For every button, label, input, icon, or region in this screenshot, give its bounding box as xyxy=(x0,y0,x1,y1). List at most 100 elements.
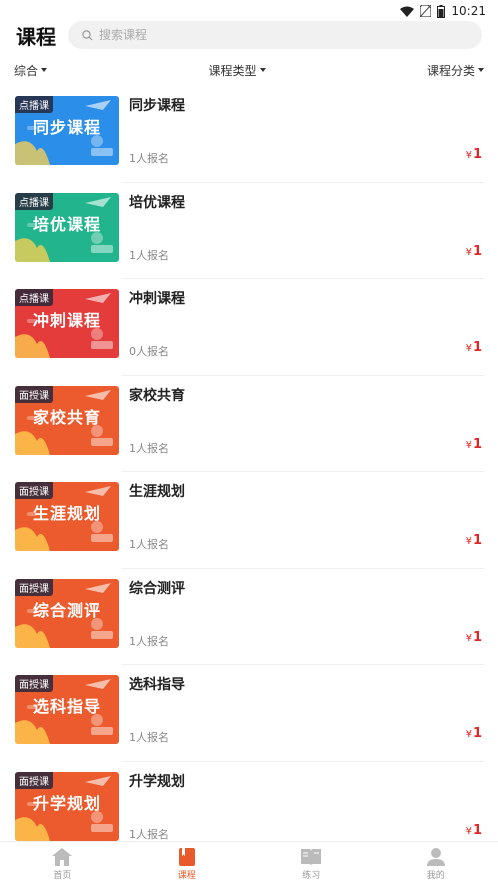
course-price: ¥1 xyxy=(466,244,482,259)
thumbnail-title: 家校共育 xyxy=(32,407,101,427)
course-type-tag: 点播课 xyxy=(15,289,53,306)
currency-symbol: ¥ xyxy=(465,825,472,837)
currency-symbol: ¥ xyxy=(465,343,472,354)
course-type-tag: 面授课 xyxy=(15,771,53,789)
thumbnail-title: 同步课程 xyxy=(32,118,101,137)
currency-symbol: ¥ xyxy=(465,246,472,258)
currency-symbol: ¥ xyxy=(465,150,472,161)
filter-course-category-label: 课程分类 xyxy=(426,63,475,78)
course-thumbnail: 面授课 家校共育 xyxy=(15,385,119,455)
price-value: 1 xyxy=(472,340,482,355)
course-title: 选科指导 xyxy=(129,677,185,693)
price-value: 1 xyxy=(472,629,482,645)
tab-courses-label: 课程 xyxy=(177,871,196,881)
course-title: 综合测评 xyxy=(129,580,185,597)
course-price: ¥1 xyxy=(466,823,482,838)
course-type-tag: 点播课 xyxy=(15,192,53,210)
filter-bar: 综合 课程类型 课程分类 xyxy=(0,52,498,88)
tab-practice-label: 练习 xyxy=(302,871,321,881)
course-thumbnail: 面授课 生涯规划 xyxy=(15,482,119,551)
course-type-tag: 点播课 xyxy=(15,96,53,113)
course-price: ¥1 xyxy=(466,726,482,741)
bottom-tab-bar: 首页 课程 练习 我的 xyxy=(0,841,498,887)
price-value: 1 xyxy=(472,147,482,162)
course-title: 生涯规划 xyxy=(129,484,185,500)
filter-sort[interactable]: 综合 xyxy=(14,62,48,79)
course-item[interactable]: 点播课 同步课程 同步课程 1人报名 ¥1 xyxy=(0,86,498,183)
thumbnail-title: 综合测评 xyxy=(32,600,101,620)
wifi-icon xyxy=(400,6,415,17)
price-value: 1 xyxy=(472,243,482,259)
course-price: ¥1 xyxy=(466,533,482,548)
course-price: ¥1 xyxy=(466,437,482,452)
thumbnail-title: 选科指导 xyxy=(32,697,101,716)
battery-icon xyxy=(437,4,446,18)
search-bar[interactable] xyxy=(68,21,482,49)
user-icon xyxy=(426,848,445,866)
thumbnail-title: 培优课程 xyxy=(32,214,101,234)
enroll-count: 1人报名 xyxy=(129,152,169,165)
course-price: ¥1 xyxy=(466,630,482,645)
course-item[interactable]: 面授课 家校共育 家校共育 1人报名 ¥1 xyxy=(0,376,498,472)
enroll-count: 0人报名 xyxy=(129,345,169,358)
header: 课程 xyxy=(0,21,498,49)
thumbnail-title: 生涯规划 xyxy=(32,504,101,523)
open-book-icon xyxy=(301,849,322,866)
currency-symbol: ¥ xyxy=(465,729,472,740)
course-title: 升学规划 xyxy=(129,773,185,790)
enroll-count: 1人报名 xyxy=(129,634,169,648)
currency-symbol: ¥ xyxy=(465,632,472,644)
caret-down-icon xyxy=(41,68,48,72)
filter-course-type[interactable]: 课程类型 xyxy=(208,62,266,79)
course-list: 点播课 同步课程 同步课程 1人报名 ¥1 点播课 培优课程 培优课程 1人报名… xyxy=(0,86,498,858)
enroll-count: 1人报名 xyxy=(129,248,169,262)
currency-symbol: ¥ xyxy=(465,439,472,451)
course-thumbnail: 面授课 选科指导 xyxy=(15,675,119,744)
caret-down-icon xyxy=(259,68,266,72)
course-title: 培优课程 xyxy=(129,194,185,211)
thumbnail-title: 升学规划 xyxy=(32,793,101,813)
tab-home-label: 首页 xyxy=(53,871,72,881)
tab-home[interactable]: 首页 xyxy=(0,842,125,887)
tab-courses[interactable]: 课程 xyxy=(125,842,250,887)
currency-symbol: ¥ xyxy=(465,536,472,547)
filter-sort-label: 综合 xyxy=(14,63,39,78)
course-item[interactable]: 点播课 冲刺课程 冲刺课程 0人报名 ¥1 xyxy=(0,279,498,376)
course-thumbnail: 点播课 同步课程 xyxy=(15,96,119,165)
filter-course-category[interactable]: 课程分类 xyxy=(427,62,484,79)
search-icon xyxy=(82,29,93,40)
course-thumbnail: 面授课 升学规划 xyxy=(15,771,119,841)
course-item[interactable]: 面授课 综合测评 综合测评 1人报名 ¥1 xyxy=(0,569,498,665)
course-title: 同步课程 xyxy=(129,98,185,114)
course-item[interactable]: 面授课 生涯规划 生涯规划 1人报名 ¥1 xyxy=(0,472,498,569)
course-type-tag: 面授课 xyxy=(15,578,53,596)
course-price: ¥1 xyxy=(466,340,482,355)
course-item[interactable]: 面授课 选科指导 选科指导 1人报名 ¥1 xyxy=(0,665,498,762)
course-thumbnail: 面授课 综合测评 xyxy=(15,578,119,648)
course-title: 冲刺课程 xyxy=(129,291,185,307)
course-thumbnail: 点播课 冲刺课程 xyxy=(15,289,119,358)
enroll-count: 1人报名 xyxy=(129,441,169,455)
thumbnail-title: 冲刺课程 xyxy=(32,311,101,330)
search-input[interactable] xyxy=(99,28,299,42)
enroll-count: 1人报名 xyxy=(129,827,169,841)
course-type-tag: 面授课 xyxy=(15,675,53,692)
status-time: 10:21 xyxy=(451,4,486,18)
enroll-count: 1人报名 xyxy=(129,538,169,551)
price-value: 1 xyxy=(472,533,482,548)
course-title: 家校共育 xyxy=(129,387,185,404)
course-item[interactable]: 点播课 培优课程 培优课程 1人报名 ¥1 xyxy=(0,183,498,279)
tab-mine[interactable]: 我的 xyxy=(374,842,498,887)
course-type-tag: 面授课 xyxy=(15,482,53,499)
price-value: 1 xyxy=(472,436,482,452)
book-icon xyxy=(178,848,195,866)
filter-course-type-label: 课程类型 xyxy=(208,63,257,78)
price-value: 1 xyxy=(472,726,482,741)
tab-practice[interactable]: 练习 xyxy=(249,842,374,887)
status-bar: 10:21 xyxy=(0,0,498,22)
caret-down-icon xyxy=(477,68,484,72)
course-thumbnail: 点播课 培优课程 xyxy=(15,192,119,262)
price-value: 1 xyxy=(472,822,482,838)
course-type-tag: 面授课 xyxy=(15,385,53,403)
tab-mine-label: 我的 xyxy=(426,871,445,881)
